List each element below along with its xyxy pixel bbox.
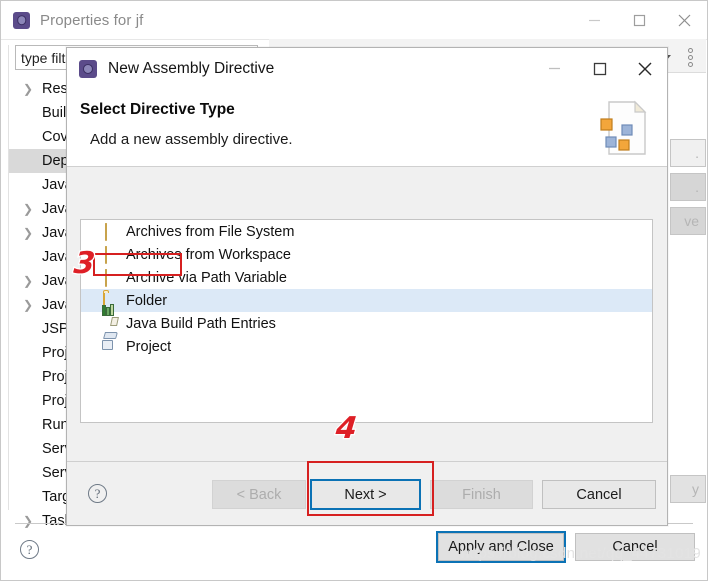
page-button-2[interactable]: . (670, 173, 706, 201)
list-item[interactable]: Project (81, 335, 652, 358)
books-icon (102, 303, 118, 332)
jar-icon (102, 245, 118, 264)
properties-cancel-button[interactable]: Cancel (575, 533, 695, 561)
apply-and-close-button[interactable]: Apply and Close (436, 531, 566, 563)
maximize-icon[interactable] (617, 1, 662, 39)
eclipse-icon (79, 59, 97, 78)
project-icon (102, 339, 118, 355)
list-item-label: Archives from File System (126, 223, 295, 240)
page-title: Properties for jf (40, 11, 144, 29)
chevron-right-icon: ❯ (23, 226, 34, 240)
jar-icon (102, 222, 118, 241)
chevron-right-icon: ❯ (23, 514, 34, 528)
close-icon[interactable] (662, 1, 707, 39)
dialog-titlebar: New Assembly Directive (67, 48, 667, 89)
list-item-label: Java Build Path Entries (126, 315, 276, 332)
back-button[interactable]: < Back (212, 480, 306, 509)
list-item[interactable]: Archive via Path Variable (81, 266, 652, 289)
chevron-right-icon: ❯ (23, 82, 34, 96)
close-icon[interactable] (622, 48, 667, 89)
view-menu-icon[interactable] (686, 48, 695, 67)
properties-titlebar: Properties for jf (1, 1, 707, 39)
dialog-header-subtitle: Add a new assembly directive. (90, 131, 293, 148)
dialog-header-title: Select Directive Type (80, 101, 235, 118)
dialog-header: Select Directive Type Add a new assembly… (67, 89, 667, 167)
page-button-3[interactable]: ve (670, 207, 706, 235)
dialog-footer: ? < Back Next > Finish Cancel (67, 461, 667, 525)
chevron-right-icon: ❯ (23, 202, 34, 216)
dialog-title: New Assembly Directive (108, 59, 275, 77)
screen: Properties for jf type filt ❯ Reso Build … (0, 0, 708, 581)
minimize-icon[interactable] (572, 1, 617, 39)
dialog-cancel-button[interactable]: Cancel (542, 480, 656, 509)
directive-type-list[interactable]: Archives from File System Archives from … (80, 219, 653, 423)
wizard-page-icon (595, 99, 651, 157)
new-assembly-directive-dialog: New Assembly Directive Select Directive … (66, 47, 668, 526)
page-button-4[interactable]: y (670, 475, 706, 503)
list-item[interactable]: Archives from File System (81, 220, 652, 243)
help-icon[interactable]: ? (20, 540, 39, 559)
help-icon[interactable]: ? (88, 484, 107, 503)
eclipse-icon (13, 11, 30, 29)
jar-icon (102, 268, 118, 287)
chevron-right-icon: ❯ (23, 274, 34, 288)
list-item-label: Project (126, 338, 172, 355)
list-item-folder[interactable]: Folder (81, 289, 652, 312)
list-item-label: Archives from Workspace (126, 246, 291, 263)
next-button[interactable]: Next > (310, 479, 421, 510)
list-item-label: Folder (126, 292, 168, 309)
page-button-1[interactable]: . (670, 139, 706, 167)
dialog-window-controls (532, 48, 667, 89)
chevron-right-icon: ❯ (23, 298, 34, 312)
list-item[interactable]: Archives from Workspace (81, 243, 652, 266)
list-item-label: Archive via Path Variable (126, 269, 287, 286)
finish-button[interactable]: Finish (430, 480, 533, 509)
window-controls (572, 1, 707, 39)
maximize-icon[interactable] (577, 48, 622, 89)
list-item[interactable]: Java Build Path Entries (81, 303, 652, 335)
dialog-body: Archives from File System Archives from … (67, 167, 667, 461)
minimize-icon[interactable] (532, 48, 577, 89)
